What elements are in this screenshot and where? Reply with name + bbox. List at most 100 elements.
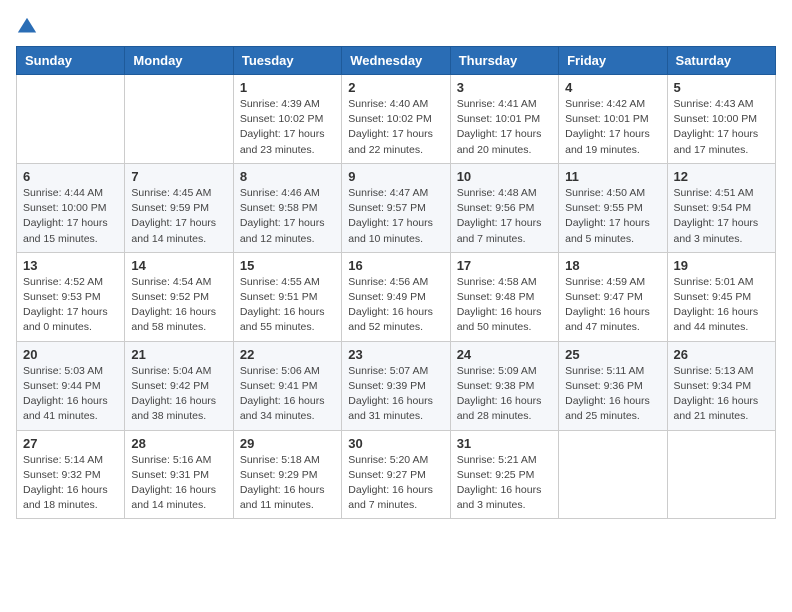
day-info: Sunrise: 5:04 AM Sunset: 9:42 PM Dayligh… — [131, 364, 226, 425]
day-info: Sunrise: 4:39 AM Sunset: 10:02 PM Daylig… — [240, 97, 335, 158]
day-cell: 29 Sunrise: 5:18 AM Sunset: 9:29 PM Dayli… — [233, 430, 341, 519]
day-info: Sunrise: 4:46 AM Sunset: 9:58 PM Dayligh… — [240, 186, 335, 247]
day-cell: 31 Sunrise: 5:21 AM Sunset: 9:25 PM Dayli… — [450, 430, 558, 519]
day-cell: 30 Sunrise: 5:20 AM Sunset: 9:27 PM Dayli… — [342, 430, 450, 519]
day-cell: 11Sunrise: 4:50 AM Sunset: 9:55 PM Dayli… — [559, 163, 667, 252]
col-header-sunday: Sunday — [17, 47, 125, 75]
col-header-wednesday: Wednesday — [342, 47, 450, 75]
day-info: Sunrise: 4:43 AM Sunset: 10:00 PM Daylig… — [674, 97, 769, 158]
day-number: 13 — [23, 258, 118, 273]
day-info: Sunrise: 4:55 AM Sunset: 9:51 PM Dayligh… — [240, 275, 335, 336]
day-cell: 15 Sunrise: 4:55 AM Sunset: 9:51 PM Dayli… — [233, 252, 341, 341]
day-number: 30 — [348, 436, 443, 451]
day-cell: 18Sunrise: 4:59 AM Sunset: 9:47 PM Dayli… — [559, 252, 667, 341]
day-cell — [559, 430, 667, 519]
day-number: 31 — [457, 436, 552, 451]
day-number: 19 — [674, 258, 769, 273]
day-info: Sunrise: 5:20 AM Sunset: 9:27 PM Dayligh… — [348, 453, 443, 514]
week-row-1: 1 Sunrise: 4:39 AM Sunset: 10:02 PM Dayli… — [17, 75, 776, 164]
day-number: 22 — [240, 347, 335, 362]
day-number: 21 — [131, 347, 226, 362]
day-cell: 3 Sunrise: 4:41 AM Sunset: 10:01 PM Dayli… — [450, 75, 558, 164]
week-row-3: 13 Sunrise: 4:52 AM Sunset: 9:53 PM Dayli… — [17, 252, 776, 341]
day-number: 5 — [674, 80, 769, 95]
day-number: 26 — [674, 347, 769, 362]
day-number: 20 — [23, 347, 118, 362]
day-cell: 25Sunrise: 5:11 AM Sunset: 9:36 PM Dayli… — [559, 341, 667, 430]
day-info: Sunrise: 5:06 AM Sunset: 9:41 PM Dayligh… — [240, 364, 335, 425]
day-number: 8 — [240, 169, 335, 184]
day-cell: 12 Sunrise: 4:51 AM Sunset: 9:54 PM Dayli… — [667, 163, 775, 252]
day-number: 12 — [674, 169, 769, 184]
day-number: 10 — [457, 169, 552, 184]
calendar-table: SundayMondayTuesdayWednesdayThursdayFrid… — [16, 46, 776, 519]
day-cell: 2 Sunrise: 4:40 AM Sunset: 10:02 PM Dayli… — [342, 75, 450, 164]
day-cell: 27Sunrise: 5:14 AM Sunset: 9:32 PM Dayli… — [17, 430, 125, 519]
day-cell — [667, 430, 775, 519]
day-number: 1 — [240, 80, 335, 95]
col-header-saturday: Saturday — [667, 47, 775, 75]
day-number: 16 — [348, 258, 443, 273]
day-number: 15 — [240, 258, 335, 273]
day-cell: 24 Sunrise: 5:09 AM Sunset: 9:38 PM Dayli… — [450, 341, 558, 430]
day-info: Sunrise: 4:56 AM Sunset: 9:49 PM Dayligh… — [348, 275, 443, 336]
day-info: Sunrise: 5:07 AM Sunset: 9:39 PM Dayligh… — [348, 364, 443, 425]
day-info: Sunrise: 4:52 AM Sunset: 9:53 PM Dayligh… — [23, 275, 118, 336]
day-cell: 6 Sunrise: 4:44 AM Sunset: 10:00 PM Dayli… — [17, 163, 125, 252]
day-number: 9 — [348, 169, 443, 184]
day-cell: 22 Sunrise: 5:06 AM Sunset: 9:41 PM Dayli… — [233, 341, 341, 430]
col-header-friday: Friday — [559, 47, 667, 75]
logo — [16, 16, 42, 38]
calendar-header-row: SundayMondayTuesdayWednesdayThursdayFrid… — [17, 47, 776, 75]
day-info: Sunrise: 5:13 AM Sunset: 9:34 PM Dayligh… — [674, 364, 769, 425]
day-cell: 4 Sunrise: 4:42 AM Sunset: 10:01 PM Dayli… — [559, 75, 667, 164]
day-cell: 1 Sunrise: 4:39 AM Sunset: 10:02 PM Dayli… — [233, 75, 341, 164]
col-header-tuesday: Tuesday — [233, 47, 341, 75]
day-cell: 21 Sunrise: 5:04 AM Sunset: 9:42 PM Dayli… — [125, 341, 233, 430]
day-number: 4 — [565, 80, 660, 95]
day-number: 7 — [131, 169, 226, 184]
day-cell: 5 Sunrise: 4:43 AM Sunset: 10:00 PM Dayli… — [667, 75, 775, 164]
day-number: 11 — [565, 169, 660, 184]
day-info: Sunrise: 5:14 AM Sunset: 9:32 PM Dayligh… — [23, 453, 118, 514]
day-info: Sunrise: 4:54 AM Sunset: 9:52 PM Dayligh… — [131, 275, 226, 336]
day-info: Sunrise: 5:01 AM Sunset: 9:45 PM Dayligh… — [674, 275, 769, 336]
day-number: 3 — [457, 80, 552, 95]
day-number: 18 — [565, 258, 660, 273]
day-number: 28 — [131, 436, 226, 451]
page-header — [16, 16, 776, 38]
day-info: Sunrise: 5:09 AM Sunset: 9:38 PM Dayligh… — [457, 364, 552, 425]
col-header-thursday: Thursday — [450, 47, 558, 75]
day-number: 23 — [348, 347, 443, 362]
day-info: Sunrise: 4:40 AM Sunset: 10:02 PM Daylig… — [348, 97, 443, 158]
day-info: Sunrise: 5:11 AM Sunset: 9:36 PM Dayligh… — [565, 364, 660, 425]
day-cell: 13 Sunrise: 4:52 AM Sunset: 9:53 PM Dayli… — [17, 252, 125, 341]
day-cell: 23 Sunrise: 5:07 AM Sunset: 9:39 PM Dayli… — [342, 341, 450, 430]
day-cell — [17, 75, 125, 164]
day-info: Sunrise: 5:18 AM Sunset: 9:29 PM Dayligh… — [240, 453, 335, 514]
week-row-5: 27Sunrise: 5:14 AM Sunset: 9:32 PM Dayli… — [17, 430, 776, 519]
day-info: Sunrise: 4:41 AM Sunset: 10:01 PM Daylig… — [457, 97, 552, 158]
day-cell: 28 Sunrise: 5:16 AM Sunset: 9:31 PM Dayli… — [125, 430, 233, 519]
day-info: Sunrise: 5:21 AM Sunset: 9:25 PM Dayligh… — [457, 453, 552, 514]
day-info: Sunrise: 4:42 AM Sunset: 10:01 PM Daylig… — [565, 97, 660, 158]
day-number: 29 — [240, 436, 335, 451]
day-info: Sunrise: 5:16 AM Sunset: 9:31 PM Dayligh… — [131, 453, 226, 514]
day-cell: 26 Sunrise: 5:13 AM Sunset: 9:34 PM Dayli… — [667, 341, 775, 430]
day-info: Sunrise: 4:51 AM Sunset: 9:54 PM Dayligh… — [674, 186, 769, 247]
day-number: 14 — [131, 258, 226, 273]
day-cell: 17Sunrise: 4:58 AM Sunset: 9:48 PM Dayli… — [450, 252, 558, 341]
day-info: Sunrise: 4:47 AM Sunset: 9:57 PM Dayligh… — [348, 186, 443, 247]
day-cell: 10 Sunrise: 4:48 AM Sunset: 9:56 PM Dayli… — [450, 163, 558, 252]
day-cell: 16 Sunrise: 4:56 AM Sunset: 9:49 PM Dayli… — [342, 252, 450, 341]
day-info: Sunrise: 4:48 AM Sunset: 9:56 PM Dayligh… — [457, 186, 552, 247]
day-cell: 7 Sunrise: 4:45 AM Sunset: 9:59 PM Daylig… — [125, 163, 233, 252]
day-info: Sunrise: 5:03 AM Sunset: 9:44 PM Dayligh… — [23, 364, 118, 425]
day-info: Sunrise: 4:44 AM Sunset: 10:00 PM Daylig… — [23, 186, 118, 247]
day-number: 24 — [457, 347, 552, 362]
day-number: 6 — [23, 169, 118, 184]
day-number: 2 — [348, 80, 443, 95]
day-info: Sunrise: 4:58 AM Sunset: 9:48 PM Dayligh… — [457, 275, 552, 336]
day-cell: 19 Sunrise: 5:01 AM Sunset: 9:45 PM Dayli… — [667, 252, 775, 341]
day-info: Sunrise: 4:45 AM Sunset: 9:59 PM Dayligh… — [131, 186, 226, 247]
